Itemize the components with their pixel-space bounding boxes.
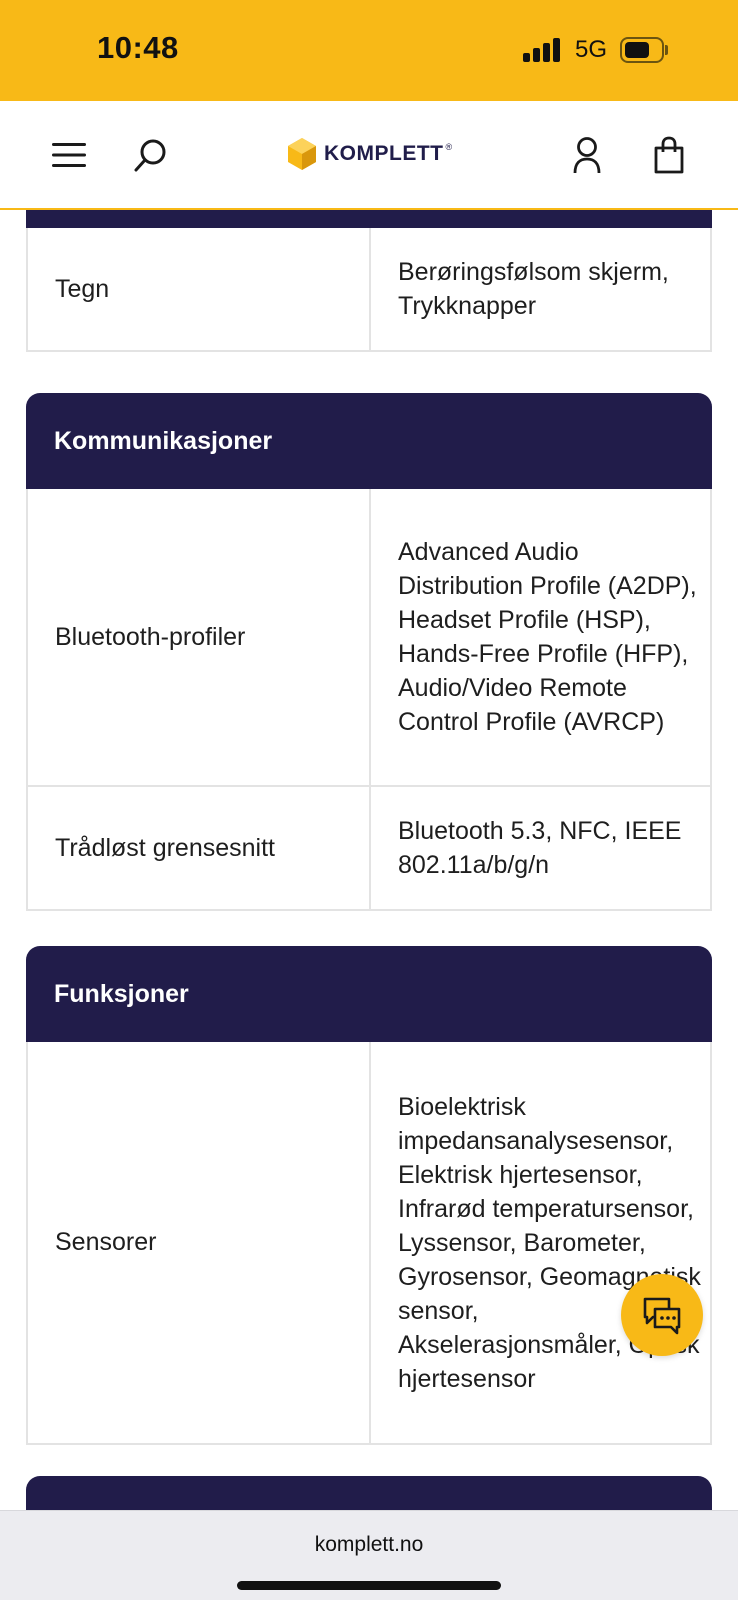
- hamburger-menu-icon: [52, 142, 86, 167]
- section-header: Funksjoner: [26, 946, 712, 1042]
- spec-row: Sensorer Bioelektrisk impedansanalysesen…: [26, 1042, 712, 1445]
- status-bar: 10:48 5G: [0, 0, 738, 101]
- spec-section-display: Tegn Berøringsfølsom skjerm, Trykknapper: [26, 210, 712, 352]
- chat-button[interactable]: [621, 1274, 703, 1356]
- menu-button[interactable]: [44, 101, 94, 208]
- spec-section-features: Funksjoner Sensorer Bioelektrisk impedan…: [26, 946, 712, 1445]
- spec-row: Bluetooth-profiler Advanced Audio Distri…: [26, 489, 712, 787]
- logo-text: KOMPLETT: [324, 142, 444, 165]
- network-type: 5G: [575, 36, 608, 63]
- search-button[interactable]: [126, 101, 176, 208]
- spec-label: Trådløst grensesnitt: [28, 787, 371, 909]
- spec-label: Tegn: [28, 228, 371, 350]
- search-icon: [134, 139, 166, 171]
- url-text[interactable]: komplett.no: [0, 1533, 738, 1557]
- home-indicator[interactable]: [237, 1581, 501, 1590]
- spec-section-next: [26, 1476, 712, 1510]
- user-icon: [573, 136, 601, 173]
- section-header: [26, 210, 712, 228]
- spec-value: Advanced Audio Distribution Profile (A2D…: [398, 538, 697, 736]
- spec-section-communications: Kommunikasjoner Bluetooth-profiler Advan…: [26, 393, 712, 911]
- komplett-logo[interactable]: KOMPLETT ®: [286, 131, 452, 177]
- spec-row: Tegn Berøringsfølsom skjerm, Trykknapper: [26, 228, 712, 352]
- chat-bubbles-icon: [643, 1297, 681, 1335]
- logo-mark-icon: [288, 138, 316, 170]
- spec-label: Sensorer: [28, 1042, 371, 1443]
- section-header: [26, 1476, 712, 1510]
- cart-button[interactable]: [644, 101, 694, 208]
- section-header: Kommunikasjoner: [26, 393, 712, 489]
- logo-registered-mark: ®: [445, 142, 453, 152]
- spec-value: Bluetooth 5.3, NFC, IEEE 802.11a/b/g/n: [398, 817, 682, 879]
- battery-icon: [620, 37, 668, 63]
- site-header: KOMPLETT ®: [0, 101, 738, 210]
- account-button[interactable]: [562, 101, 612, 208]
- browser-address-bar[interactable]: komplett.no: [0, 1510, 738, 1600]
- signal-bars-icon: [523, 38, 563, 62]
- status-time: 10:48: [97, 30, 179, 65]
- shopping-bag-icon: [654, 136, 684, 173]
- spec-value: Berøringsfølsom skjerm, Trykknapper: [398, 258, 669, 320]
- spec-label: Bluetooth-profiler: [28, 489, 371, 785]
- spec-value: Bioelektrisk impedansanalysesensor, Elek…: [398, 1092, 701, 1393]
- spec-row: Trådløst grensesnitt Bluetooth 5.3, NFC,…: [26, 787, 712, 911]
